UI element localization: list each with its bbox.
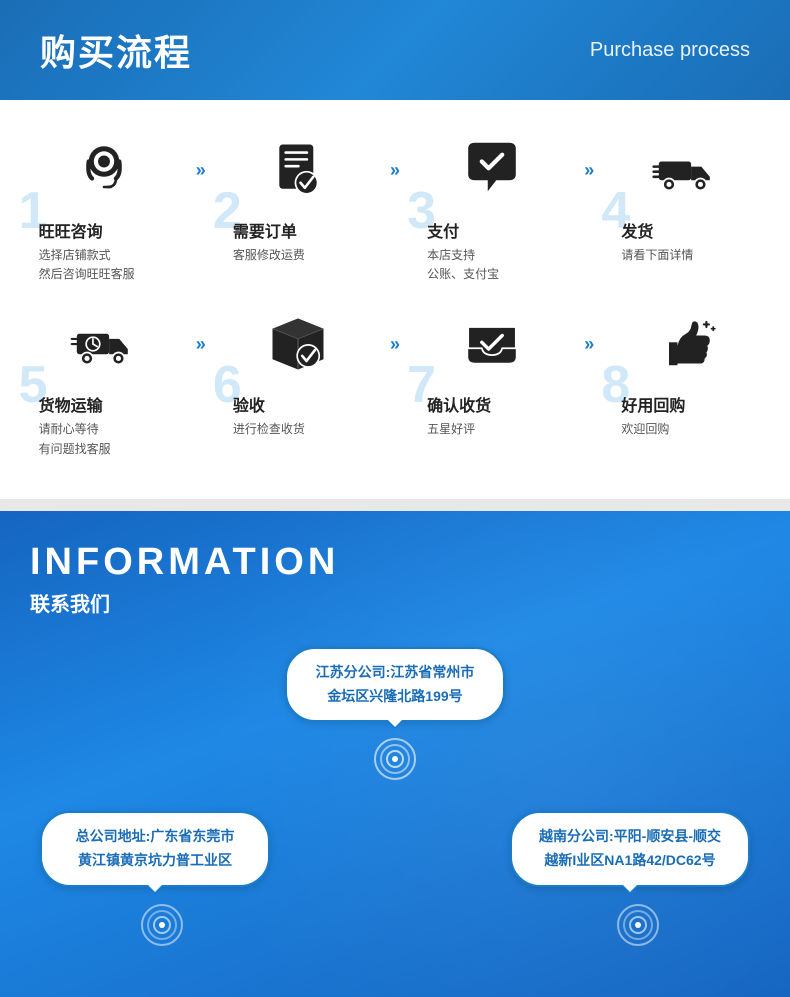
arrow-5-6: » bbox=[196, 334, 206, 355]
step-4-desc: 请看下面详情 bbox=[621, 246, 761, 265]
process-row-2: 5 货物运输 请耐心等待有问题找客服 » bbox=[20, 304, 770, 458]
step-5: 5 货物运输 请耐心等待有问题找客服 bbox=[29, 304, 179, 458]
arrow-6-7: » bbox=[390, 334, 400, 355]
page-title: 购买流程 bbox=[40, 24, 192, 76]
step-4-icon bbox=[646, 130, 726, 210]
vietnam-pin bbox=[616, 903, 660, 947]
step-7: 7 确认收货 五星好评 bbox=[417, 304, 567, 439]
step-5-desc: 请耐心等待有问题找客服 bbox=[39, 420, 179, 458]
step-3-desc: 本店支持公账、支付宝 bbox=[427, 246, 567, 284]
process-row-1: 1 旺旺咨询 选择店铺款式然后咨询旺旺客服 » bbox=[20, 130, 770, 284]
step-3-title: 支付 bbox=[427, 218, 567, 242]
step-7-icon bbox=[452, 304, 532, 384]
step-8: 8 好用回购 欢迎回购 bbox=[611, 304, 761, 439]
step-3-icon bbox=[452, 130, 532, 210]
info-section: INFORMATION 联系我们 江苏分公司:江苏省常州市 金坛区兴隆北路199… bbox=[0, 511, 790, 997]
step-8-desc: 欢迎回购 bbox=[621, 420, 761, 439]
step-1: 1 旺旺咨询 选择店铺款式然后咨询旺旺客服 bbox=[29, 130, 179, 284]
step-5-title: 货物运输 bbox=[39, 392, 179, 416]
jiangsu-bubble: 江苏分公司:江苏省常州市 金坛区兴隆北路199号 bbox=[285, 647, 505, 723]
step-2-icon bbox=[258, 130, 338, 210]
step-2: 2 需要订单 客服修改运费 bbox=[223, 130, 373, 265]
info-title-cn: 联系我们 bbox=[30, 588, 760, 617]
step-1-icon bbox=[64, 130, 144, 210]
step-6: 6 验收 进行检查收货 bbox=[223, 304, 373, 439]
vietnam-bubble: 越南分公司:平阳-顺安县-顺交 越新I业区NA1路42/DC62号 bbox=[510, 811, 750, 887]
guangdong-bubble: 总公司地址:广东省东莞市 黄江镇黄京坑力普工业区 bbox=[40, 811, 270, 887]
process-section: 1 旺旺咨询 选择店铺款式然后咨询旺旺客服 » bbox=[0, 100, 790, 499]
step-8-title: 好用回购 bbox=[621, 392, 761, 416]
arrow-7-8: » bbox=[584, 334, 594, 355]
arrow-3-4: » bbox=[584, 160, 594, 181]
step-1-desc: 选择店铺款式然后咨询旺旺客服 bbox=[39, 246, 179, 284]
step-2-title: 需要订单 bbox=[233, 218, 373, 242]
section-divider bbox=[0, 499, 790, 511]
step-6-desc: 进行检查收货 bbox=[233, 420, 373, 439]
step-7-desc: 五星好评 bbox=[427, 420, 567, 439]
step-5-icon bbox=[64, 304, 144, 384]
location-container: 江苏分公司:江苏省常州市 金坛区兴隆北路199号 总公司地址:广东省东莞市 黄江… bbox=[30, 647, 760, 957]
step-3: 3 支付 本店支持公账、支付宝 bbox=[417, 130, 567, 284]
step-7-title: 确认收货 bbox=[427, 392, 567, 416]
step-6-title: 验收 bbox=[233, 392, 373, 416]
guangdong-pin bbox=[140, 903, 184, 947]
jiangsu-pin bbox=[373, 737, 417, 781]
step-8-icon bbox=[646, 304, 726, 384]
arrow-2-3: » bbox=[390, 160, 400, 181]
step-4: 4 发货 请看下面详情 bbox=[611, 130, 761, 265]
step-6-icon bbox=[258, 304, 338, 384]
page-subtitle: Purchase process bbox=[590, 39, 750, 62]
header-section: 购买流程 Purchase process bbox=[0, 0, 790, 100]
step-4-title: 发货 bbox=[621, 218, 761, 242]
info-title-en: INFORMATION bbox=[30, 541, 760, 584]
step-1-title: 旺旺咨询 bbox=[39, 218, 179, 242]
step-2-desc: 客服修改运费 bbox=[233, 246, 373, 265]
arrow-1-2: » bbox=[196, 160, 206, 181]
